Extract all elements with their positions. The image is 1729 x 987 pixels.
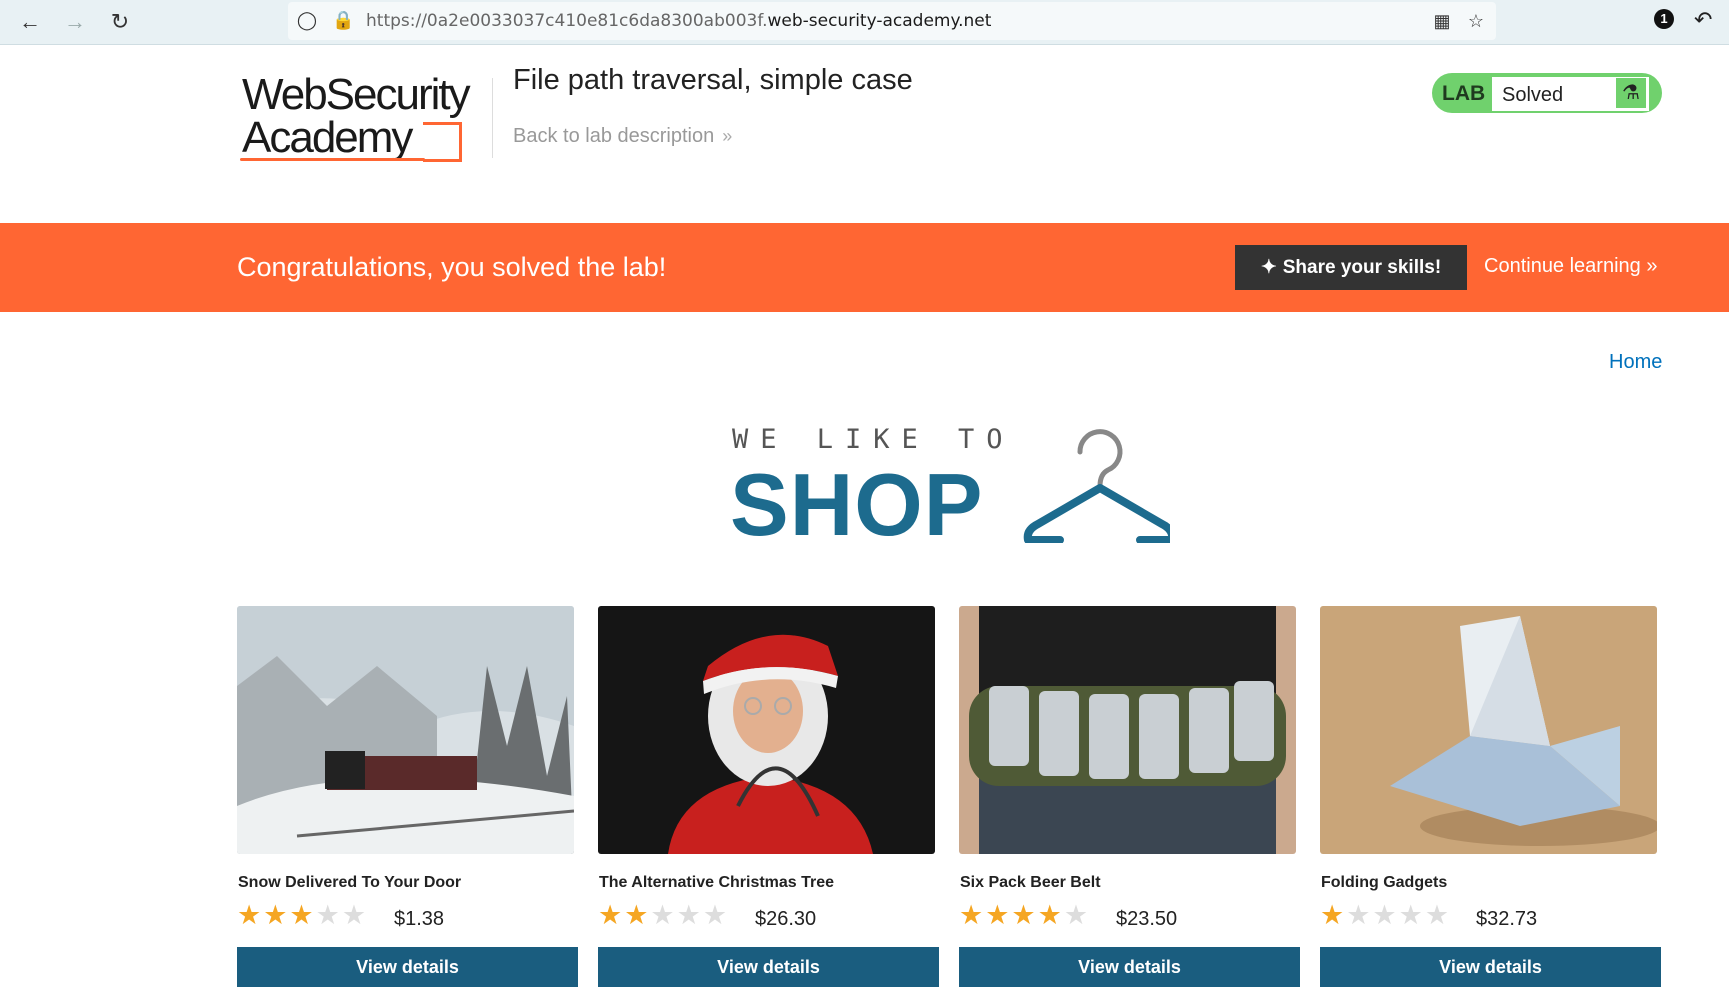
product-name: Folding Gadgets <box>1321 874 1448 891</box>
lab-status-widget: LAB Solved ⚗ <box>1432 73 1662 113</box>
logo-bolt-icon <box>423 122 462 162</box>
logo-text-line2: Academy <box>242 113 413 162</box>
lab-status-text: Solved <box>1502 84 1564 106</box>
product-rating: ★★★★★ <box>237 900 369 930</box>
product-price: $26.30 <box>755 908 817 930</box>
product-card: The Alternative Christmas Tree ★★★★★ $26… <box>598 606 939 987</box>
logo-underline <box>240 158 425 161</box>
product-card: Folding Gadgets ★★★★★ $32.73 View detail… <box>1320 606 1661 987</box>
double-chevron-icon: » <box>722 126 733 146</box>
beer-belt-image <box>959 606 1296 854</box>
product-rating: ★★★★★ <box>1320 900 1452 930</box>
product-image-snow-train[interactable] <box>237 606 574 854</box>
back-arrow-icon[interactable]: ← <box>16 8 44 36</box>
continue-learning-link[interactable]: Continue learning » <box>1484 255 1657 278</box>
product-price: $1.38 <box>394 908 445 930</box>
santa-lights-image <box>598 606 935 854</box>
hanger-icon <box>1023 429 1170 543</box>
product-rating: ★★★★★ <box>959 900 1091 930</box>
shop-tagline: WE LIKE TO <box>732 424 1015 455</box>
solved-banner: Congratulations, you solved the lab! ✦ Sh… <box>0 223 1729 312</box>
product-name: Six Pack Beer Belt <box>960 874 1101 891</box>
product-image-santa-lights[interactable] <box>598 606 935 854</box>
lock-icon[interactable]: 🔒 <box>332 9 354 31</box>
back-to-lab-description-link[interactable]: Back to lab description» <box>513 125 732 148</box>
product-price: $32.73 <box>1476 908 1538 930</box>
double-chevron-icon: » <box>1646 255 1658 277</box>
url-text[interactable]: https://0a2e0033037c410e81c6da8300ab003f… <box>366 11 991 31</box>
address-bar[interactable]: ◯ 🔒 https://0a2e0033037c410e81c6da8300ab… <box>288 2 1496 40</box>
origami-image <box>1320 606 1657 854</box>
product-card: Snow Delivered To Your Door ★★★★★ $1.38 … <box>237 606 578 987</box>
flask-icon: ⚗ <box>1616 78 1646 108</box>
undo-arrow-icon[interactable]: ↶ <box>1694 7 1712 33</box>
snow-train-image <box>237 606 574 854</box>
shop-word: SHOP <box>730 455 984 554</box>
reload-icon[interactable]: ↻ <box>106 8 134 36</box>
product-rating: ★★★★★ <box>598 900 730 930</box>
view-details-button[interactable]: View details <box>959 947 1300 987</box>
web-security-academy-logo[interactable]: WebSecurity Academy <box>240 70 490 162</box>
home-link[interactable]: Home <box>1609 351 1662 374</box>
share-skills-button[interactable]: ✦ Share your skills! <box>1235 245 1467 290</box>
product-image-beer-belt[interactable] <box>959 606 1296 854</box>
lab-badge: LAB <box>1442 82 1486 105</box>
twitter-icon: ✦ <box>1260 257 1277 278</box>
bookmark-star-icon[interactable]: ☆ <box>1464 9 1488 33</box>
lab-title: File path traversal, simple case <box>513 64 913 96</box>
view-details-button[interactable]: View details <box>1320 947 1661 987</box>
product-name: Snow Delivered To Your Door <box>238 874 462 891</box>
product-card: Six Pack Beer Belt ★★★★★ $23.50 View det… <box>959 606 1300 987</box>
banner-message: Congratulations, you solved the lab! <box>237 252 667 282</box>
extension-badge[interactable]: 1 <box>1654 9 1674 29</box>
header-divider <box>492 78 493 158</box>
product-name: The Alternative Christmas Tree <box>599 874 835 891</box>
view-details-button[interactable]: View details <box>598 947 939 987</box>
product-price: $23.50 <box>1116 908 1178 930</box>
forward-arrow-icon[interactable]: → <box>61 8 89 36</box>
shop-logo: WE LIKE TO SHOP <box>730 420 1170 554</box>
qr-code-icon[interactable]: ▦ <box>1430 9 1454 33</box>
shield-icon[interactable]: ◯ <box>296 9 318 31</box>
product-image-folding-gadget[interactable] <box>1320 606 1657 854</box>
view-details-button[interactable]: View details <box>237 947 578 987</box>
browser-toolbar: ← → ↻ ◯ 🔒 https://0a2e0033037c410e81c6da… <box>0 0 1729 45</box>
